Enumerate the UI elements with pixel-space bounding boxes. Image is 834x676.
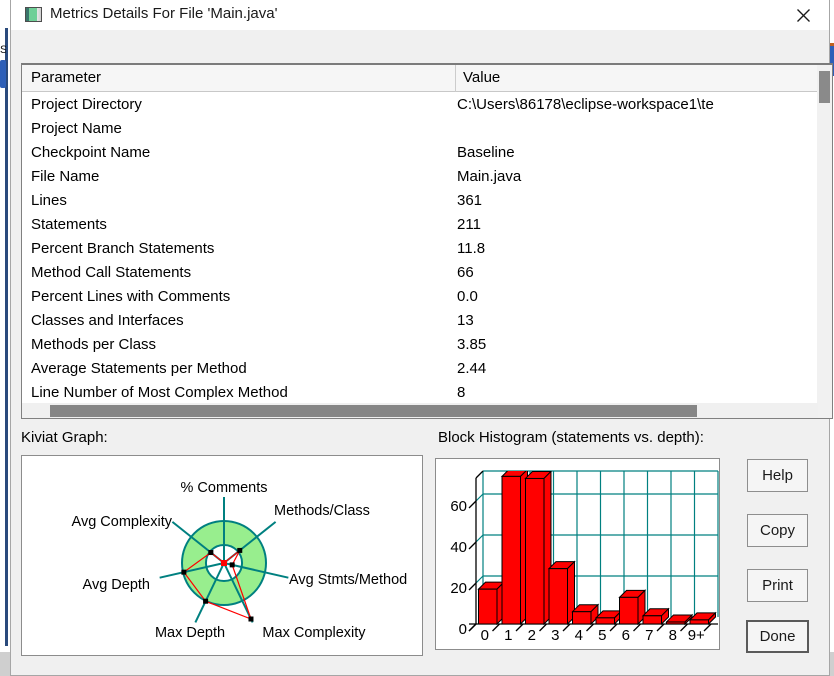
close-button[interactable] <box>787 4 819 26</box>
copy-button[interactable]: Copy <box>747 514 808 547</box>
horizontal-scrollbar-thumb[interactable] <box>50 405 697 417</box>
value-cell: 211 <box>457 216 481 233</box>
window-title: Metrics Details For File 'Main.java' <box>50 5 278 22</box>
table-row[interactable]: Checkpoint Name Baseline <box>22 141 818 165</box>
histogram-xtick-label: 9+ <box>688 627 705 644</box>
table-header: Parameter Value <box>22 65 832 92</box>
histogram-label: Block Histogram (statements vs. depth): <box>438 429 704 446</box>
background-left-strip: S <box>0 0 10 676</box>
histogram-xtick-label: 1 <box>504 627 512 644</box>
table-row[interactable]: Project Name <box>22 117 818 141</box>
table-row[interactable]: File Name Main.java <box>22 165 818 189</box>
print-button[interactable]: Print <box>747 569 808 602</box>
value-cell: 0.0 <box>457 288 478 305</box>
title-bar: Metrics Details For File 'Main.java' <box>11 0 829 30</box>
param-cell: Percent Lines with Comments <box>31 288 231 305</box>
table-body: Project Directory C:\Users\86178\eclipse-… <box>22 93 818 403</box>
table-row[interactable]: Statements 211 <box>22 213 818 237</box>
kiviat-axis-label: Max Complexity <box>262 625 366 641</box>
background-bottom <box>0 652 10 676</box>
table-row[interactable]: Percent Lines with Comments 0.0 <box>22 285 818 309</box>
histogram-xtick-label: 8 <box>669 627 677 644</box>
value-cell: 8 <box>457 384 466 401</box>
background-icon-fragment <box>0 60 6 88</box>
histogram-xtick-label: 2 <box>528 627 536 644</box>
kiviat-axis-label: Avg Stmts/Method <box>289 572 407 588</box>
kiviat-axis-label: % Comments <box>180 480 267 496</box>
done-button[interactable]: Done <box>746 620 809 653</box>
value-cell: 13 <box>457 312 474 329</box>
button-column: Help Copy Print Done <box>746 459 809 655</box>
value-header-cell[interactable]: Value <box>463 69 500 86</box>
histogram-chart: 02040600 1 2 3 4 5 6 7 8 9+ <box>450 470 719 644</box>
background-letter: S <box>0 44 6 56</box>
kiviat-graph-panel: % Comments Methods/Class Avg Stmts/Method M… <box>21 455 423 656</box>
histogram-xtick-label: 4 <box>575 627 583 644</box>
param-header-cell[interactable]: Parameter <box>31 69 101 86</box>
param-cell: Checkpoint Name <box>31 144 151 161</box>
background-window-edge <box>5 28 8 646</box>
table-row[interactable]: Percent Branch Statements 11.8 <box>22 237 818 261</box>
param-cell: Statements <box>31 216 107 233</box>
param-cell: Classes and Interfaces <box>31 312 184 329</box>
histogram-ytick-label: 0 <box>459 621 467 638</box>
histogram-xtick-label: 6 <box>622 627 630 644</box>
value-cell: 2.44 <box>457 360 487 377</box>
histogram-xtick-label: 7 <box>645 627 653 644</box>
param-cell: Methods per Class <box>31 336 157 353</box>
histogram-ytick-label: 40 <box>450 539 467 556</box>
param-cell: Average Statements per Method <box>31 360 247 377</box>
value-cell: 361 <box>457 192 483 209</box>
table-row[interactable]: Method Call Statements 66 <box>22 261 818 285</box>
value-cell: 11.8 <box>457 240 486 257</box>
metrics-details-dialog: Metrics Details For File 'Main.java' Par… <box>10 0 833 676</box>
kiviat-axis-label: Max Depth <box>155 625 225 641</box>
table-row[interactable]: Classes and Interfaces 13 <box>22 309 818 333</box>
table-row[interactable]: Project Directory C:\Users\86178\eclipse-… <box>22 93 818 117</box>
table-row[interactable]: Lines 361 <box>22 189 818 213</box>
param-cell: Percent Branch Statements <box>31 240 215 257</box>
metrics-table: Parameter Value Project Directory C:\User… <box>21 63 833 419</box>
table-row[interactable]: Average Statements per Method 2.44 <box>22 357 818 381</box>
value-cell: 66 <box>457 264 474 281</box>
kiviat-axis-label: Avg Depth <box>83 577 150 593</box>
vertical-scrollbar[interactable] <box>817 65 832 418</box>
horizontal-scrollbar[interactable] <box>22 403 818 418</box>
table-row[interactable]: Methods per Class 3.85 <box>22 333 818 357</box>
help-button[interactable]: Help <box>747 459 808 492</box>
param-cell: Lines <box>31 192 67 209</box>
close-icon <box>796 8 810 22</box>
param-cell: Line Number of Most Complex Method <box>31 384 288 401</box>
histogram-ytick-label: 60 <box>450 498 467 515</box>
value-cell: 3.85 <box>457 336 487 353</box>
app-icon <box>25 7 42 22</box>
param-cell: Project Name <box>31 120 122 137</box>
histogram-xtick-label: 5 <box>598 627 606 644</box>
vertical-scrollbar-thumb[interactable] <box>819 71 830 103</box>
histogram-xtick-label: 3 <box>551 627 559 644</box>
table-row[interactable]: Line Number of Most Complex Method 8 <box>22 381 818 403</box>
screen: S Metrics Details For File 'Main.java' P… <box>0 0 834 676</box>
header-divider[interactable] <box>455 65 456 92</box>
kiviat-axis-label: Methods/Class <box>274 503 370 519</box>
kiviat-graph-label: Kiviat Graph: <box>21 429 108 446</box>
value-cell: C:\Users\86178\eclipse-workspace1\te <box>457 96 714 113</box>
value-cell: Main.java <box>457 168 522 185</box>
param-cell: Method Call Statements <box>31 264 192 281</box>
histogram-ytick-label: 20 <box>450 580 467 597</box>
kiviat-chart: % Comments Methods/Class Avg Stmts/Method M… <box>72 480 408 641</box>
kiviat-axis-label: Avg Complexity <box>72 514 173 530</box>
param-cell: File Name <box>31 168 100 185</box>
histogram-xtick-label: 0 <box>481 627 489 644</box>
param-cell: Project Directory <box>31 96 142 113</box>
histogram-panel: 0 20 40 60 0 1 2 3 4 5 6 7 8 9+ <box>435 458 720 650</box>
value-cell: Baseline <box>457 144 515 161</box>
